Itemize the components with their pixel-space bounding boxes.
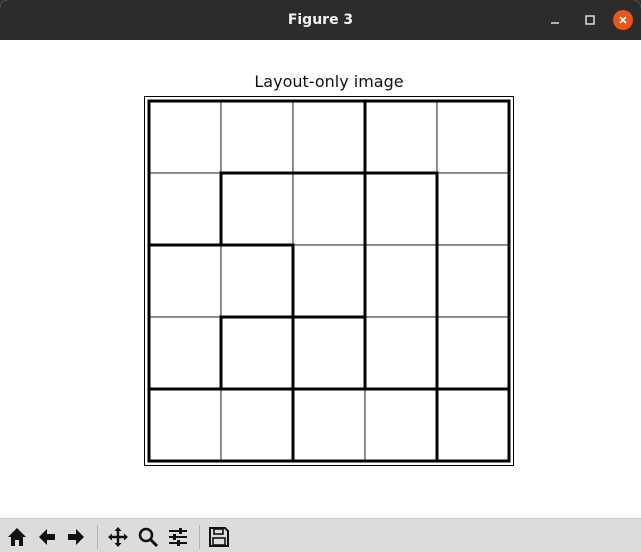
grid-cell bbox=[364, 244, 438, 318]
grid-cell bbox=[364, 172, 438, 246]
forward-button[interactable] bbox=[63, 524, 89, 550]
grid-cell bbox=[148, 172, 222, 246]
pan-icon bbox=[108, 527, 128, 547]
grid-cell bbox=[148, 244, 222, 318]
toolbar-separator bbox=[199, 525, 200, 549]
grid-cell bbox=[436, 100, 510, 174]
minimize-icon bbox=[551, 22, 559, 24]
grid-cell bbox=[220, 244, 294, 318]
grid-cell bbox=[148, 388, 222, 462]
navigation-toolbar bbox=[0, 518, 641, 552]
grid-cell bbox=[220, 172, 294, 246]
grid-cell bbox=[292, 100, 366, 174]
zoom-button[interactable] bbox=[135, 524, 161, 550]
save-icon bbox=[209, 527, 229, 547]
grid-cell bbox=[436, 244, 510, 318]
toolbar-separator bbox=[97, 525, 98, 549]
grid-cell bbox=[148, 100, 222, 174]
home-button[interactable] bbox=[4, 524, 30, 550]
maximize-icon bbox=[585, 15, 595, 25]
grid-cell bbox=[220, 316, 294, 390]
grid-cell bbox=[292, 316, 366, 390]
grid-cell bbox=[292, 388, 366, 462]
save-button[interactable] bbox=[206, 524, 232, 550]
zoom-icon bbox=[138, 527, 159, 548]
grid-cell bbox=[364, 100, 438, 174]
back-arrow-icon bbox=[39, 529, 55, 545]
configure-subplots-button[interactable] bbox=[165, 524, 191, 550]
maximize-button[interactable] bbox=[580, 10, 600, 30]
figure-window: Figure 3 Layout-only image bbox=[0, 0, 641, 552]
region-grid bbox=[144, 96, 514, 466]
grid-cell bbox=[292, 172, 366, 246]
home-icon bbox=[8, 528, 26, 546]
grid-cell bbox=[364, 388, 438, 462]
close-button[interactable] bbox=[613, 10, 633, 30]
minimize-button[interactable] bbox=[545, 10, 565, 30]
pan-button[interactable] bbox=[105, 524, 131, 550]
grid-cell bbox=[148, 316, 222, 390]
grid-cell bbox=[220, 100, 294, 174]
grid-cell bbox=[292, 244, 366, 318]
grid-cell bbox=[364, 316, 438, 390]
figure-canvas: Layout-only image bbox=[0, 40, 641, 518]
back-button[interactable] bbox=[34, 524, 60, 550]
forward-arrow-icon bbox=[68, 529, 84, 545]
title-bar: Figure 3 bbox=[0, 0, 641, 40]
grid-cell bbox=[220, 388, 294, 462]
close-icon bbox=[619, 16, 627, 24]
grid-cell bbox=[436, 316, 510, 390]
grid-cell bbox=[436, 172, 510, 246]
configure-subplots-icon bbox=[169, 528, 187, 546]
grid-cell bbox=[436, 388, 510, 462]
